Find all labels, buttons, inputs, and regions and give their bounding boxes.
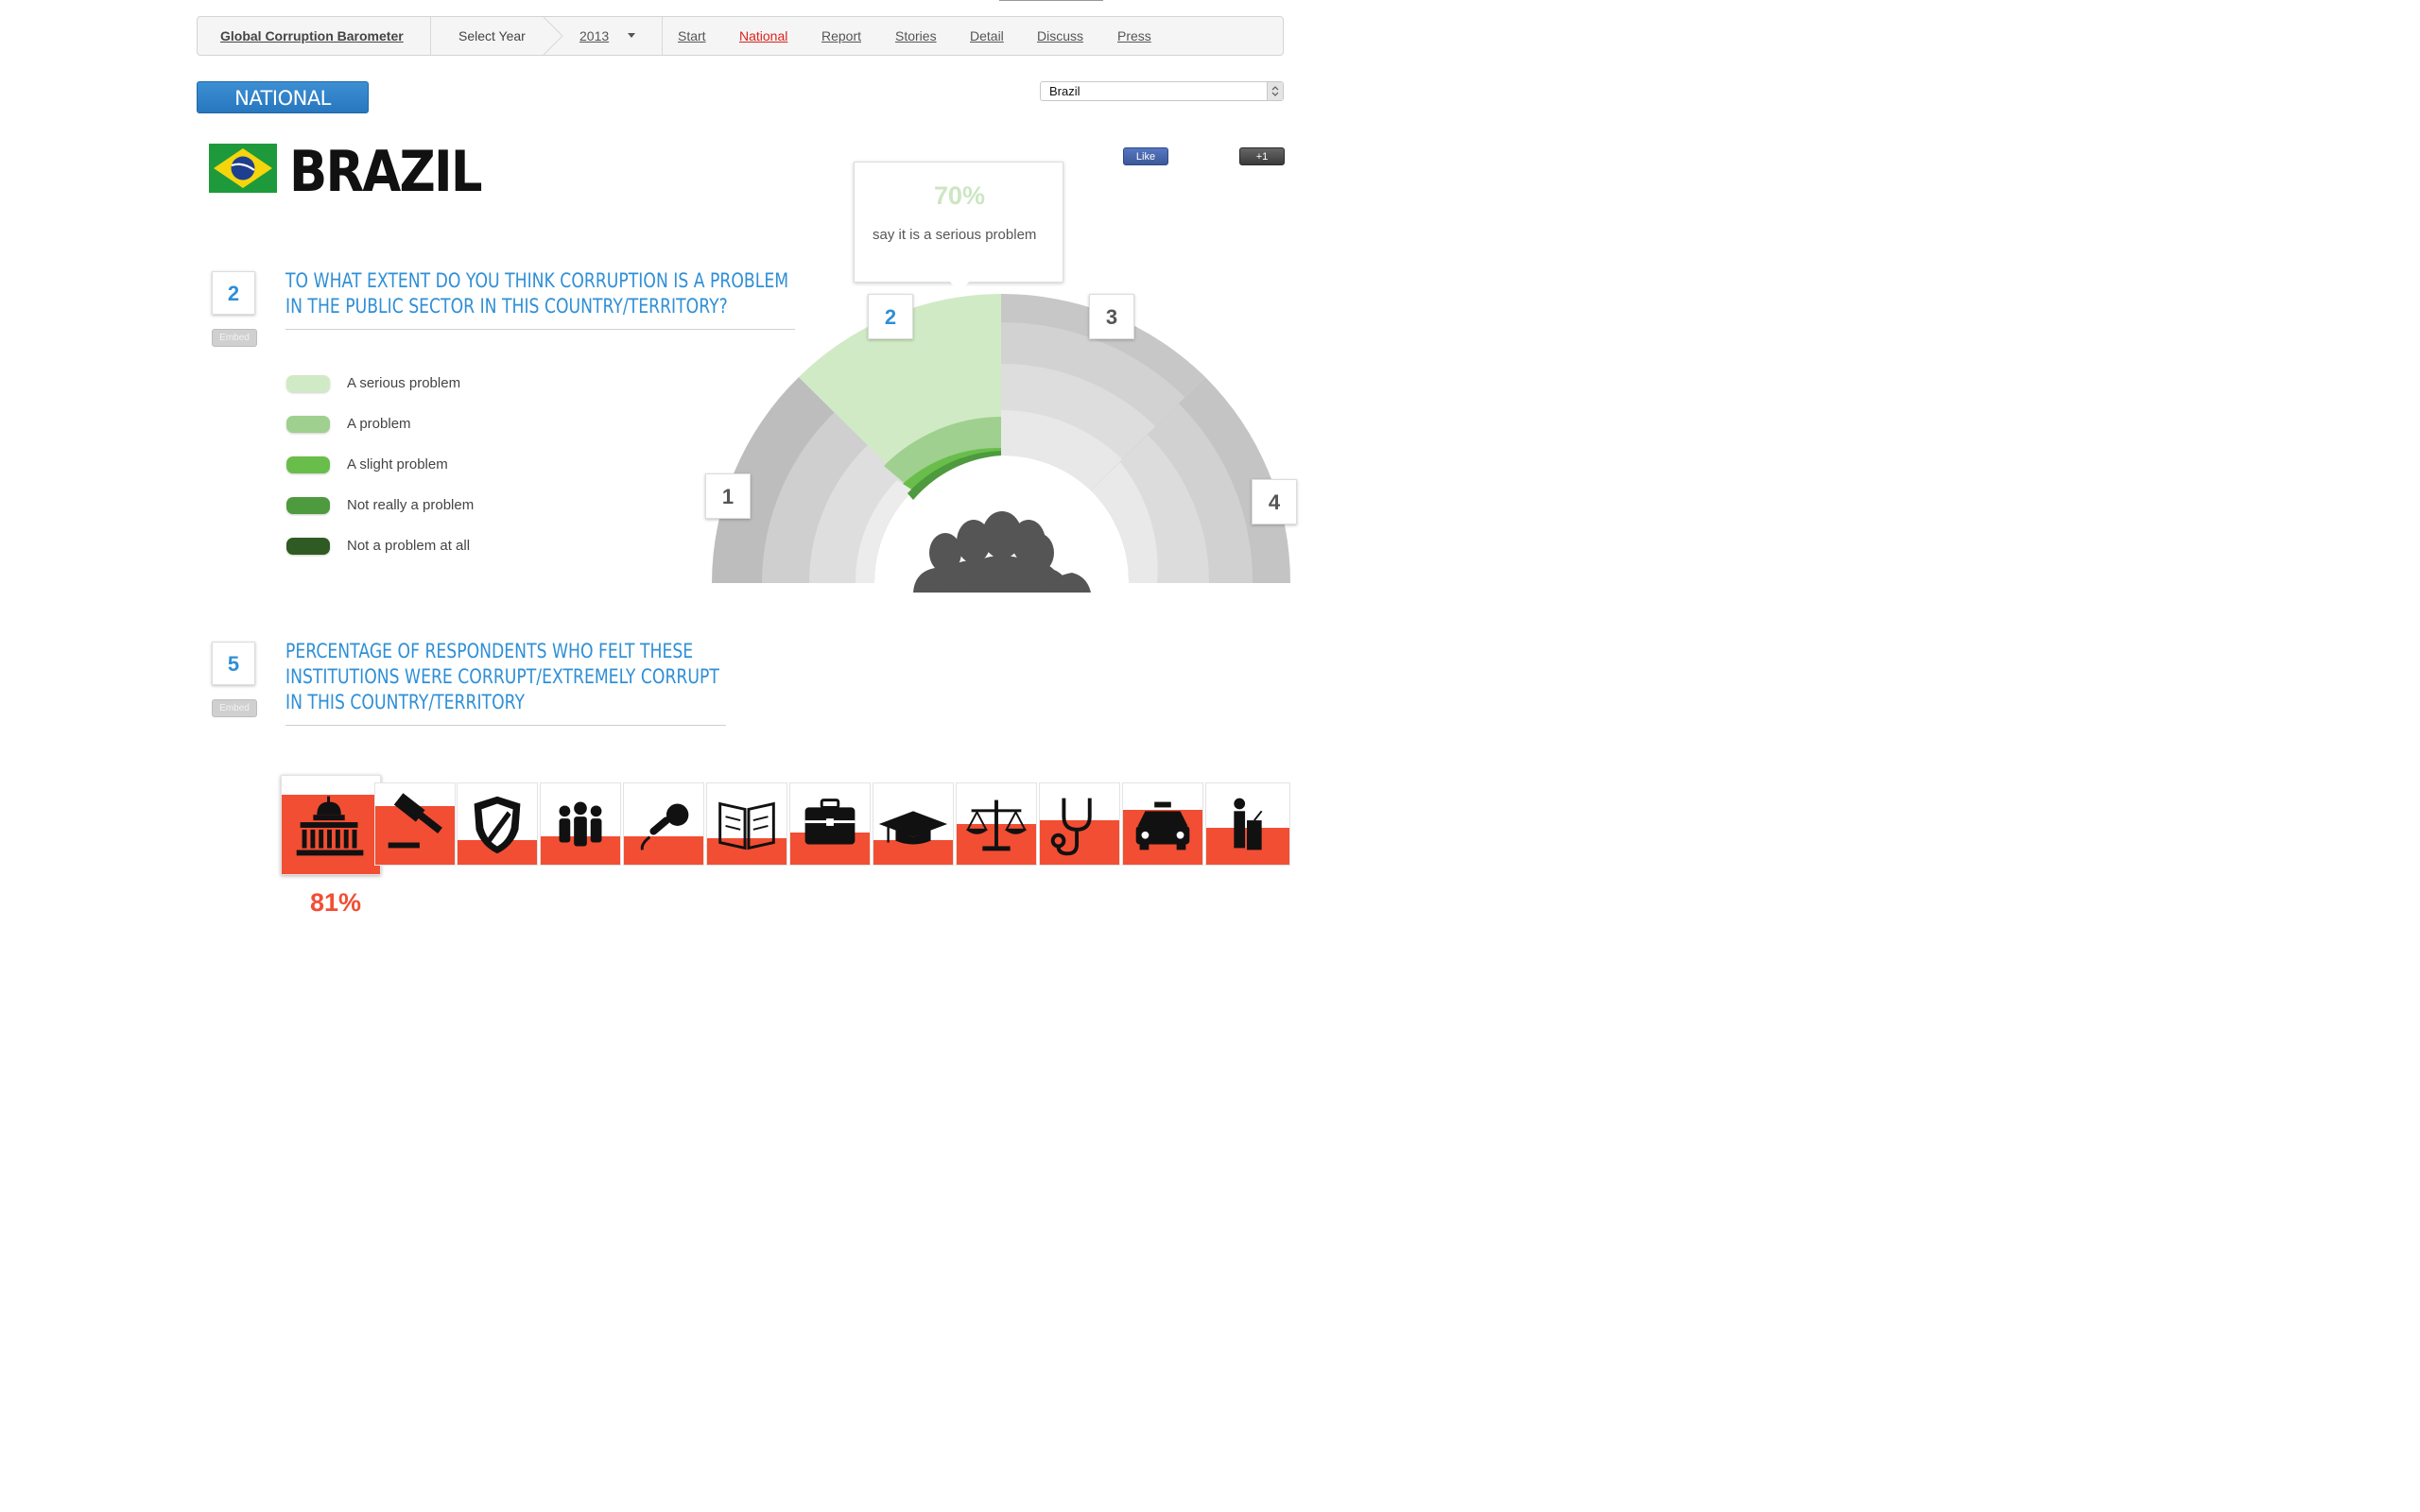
nav-divider: [662, 17, 663, 55]
caret-down-icon[interactable]: [628, 33, 635, 38]
nav-link-report[interactable]: Report: [821, 17, 861, 55]
country-select-value: Brazil: [1049, 84, 1080, 98]
question-title-line: IN THE PUBLIC SECTOR IN THIS COUNTRY/TER…: [285, 295, 728, 318]
embed-button[interactable]: Embed: [212, 329, 257, 347]
legend-swatch: [286, 538, 330, 555]
question-title-line: IN THIS COUNTRY/TERRITORY: [285, 691, 526, 713]
segment-label-4[interactable]: 4: [1252, 479, 1297, 524]
country-title: BRAZIL: [289, 139, 483, 205]
tooltip-text: say it is a serious problem: [873, 227, 1037, 243]
select-year-label: Select Year: [458, 28, 526, 43]
institution-tile[interactable]: [374, 782, 456, 866]
legend-label: Not a problem at all: [347, 538, 471, 554]
police-shield-icon: [474, 796, 521, 854]
institution-tile[interactable]: [623, 782, 704, 866]
legend-label: A slight problem: [347, 456, 448, 472]
nav-link-start[interactable]: Start: [678, 17, 706, 55]
parliament-icon: [296, 796, 364, 856]
segment-label-2[interactable]: 2: [868, 294, 913, 339]
question-number-5: 5: [212, 642, 255, 685]
divider: [285, 725, 726, 726]
stethoscope-icon: [1050, 798, 1092, 856]
people-icon: [559, 801, 602, 847]
podium-speaker-icon: [1234, 798, 1263, 850]
book-icon: [718, 801, 775, 850]
question-title-line: PERCENTAGE OF RESPONDENTS WHO FELT THESE: [285, 640, 694, 662]
briefcase-icon: [804, 799, 856, 845]
brazil-flag-icon: [209, 144, 277, 193]
institution-tile[interactable]: [1205, 782, 1290, 866]
institution-tile[interactable]: [540, 782, 621, 866]
tooltip-arrow: [950, 282, 969, 293]
institution-tile[interactable]: [706, 782, 787, 866]
selected-institution-percent: 81%: [309, 888, 362, 917]
chart-tooltip: 70% say it is a serious problem: [854, 162, 1063, 283]
legend-label: Not really a problem: [347, 497, 475, 513]
question-number-2: 2: [212, 271, 255, 315]
people-group-icon: [913, 511, 1091, 593]
scales-icon: [965, 799, 1028, 851]
country-select[interactable]: Brazil: [1040, 81, 1284, 101]
institution-tile[interactable]: [1122, 782, 1203, 866]
top-navigation-bar: Global Corruption Barometer Select Year …: [197, 16, 1284, 56]
institution-tile[interactable]: [789, 782, 871, 866]
legend-swatch: [286, 497, 330, 514]
tooltip-percent: 70%: [933, 181, 986, 210]
segment-label-1[interactable]: 1: [705, 473, 751, 519]
select-arrows-icon: [1267, 82, 1283, 100]
question-title-line: INSTITUTIONS WERE CORRUPT/EXTREMELY CORR…: [285, 665, 719, 688]
year-dropdown[interactable]: 2013: [579, 17, 609, 55]
institution-tile[interactable]: [873, 782, 954, 866]
top-indicator: [999, 0, 1103, 1]
graduation-cap-icon: [878, 811, 948, 845]
microphone-icon: [640, 803, 689, 850]
nav-link-discuss[interactable]: Discuss: [1037, 17, 1083, 55]
legend-swatch: [286, 416, 330, 433]
institution-tile[interactable]: [281, 775, 381, 875]
nav-link-stories[interactable]: Stories: [895, 17, 937, 55]
legend-label: A problem: [347, 416, 411, 432]
institution-tile[interactable]: [1039, 782, 1120, 866]
nav-divider: [430, 17, 431, 55]
taxi-icon: [1135, 801, 1190, 850]
nav-link-detail[interactable]: Detail: [970, 17, 1004, 55]
national-results-button[interactable]: NATIONAL RESULTS: [197, 81, 369, 142]
legend-swatch: [286, 375, 330, 392]
nav-link-press[interactable]: Press: [1117, 17, 1151, 55]
nav-link-national[interactable]: National: [739, 17, 787, 55]
gavel-icon: [388, 793, 442, 849]
legend-label: A serious problem: [347, 375, 461, 391]
chevron-right-icon: [543, 17, 563, 55]
segment-label-3[interactable]: 3: [1089, 294, 1134, 339]
brand-link[interactable]: Global Corruption Barometer: [220, 17, 404, 55]
legend-swatch: [286, 456, 330, 473]
institution-tile[interactable]: [956, 782, 1037, 866]
embed-button[interactable]: Embed: [212, 699, 257, 717]
institution-tile[interactable]: [457, 782, 538, 866]
